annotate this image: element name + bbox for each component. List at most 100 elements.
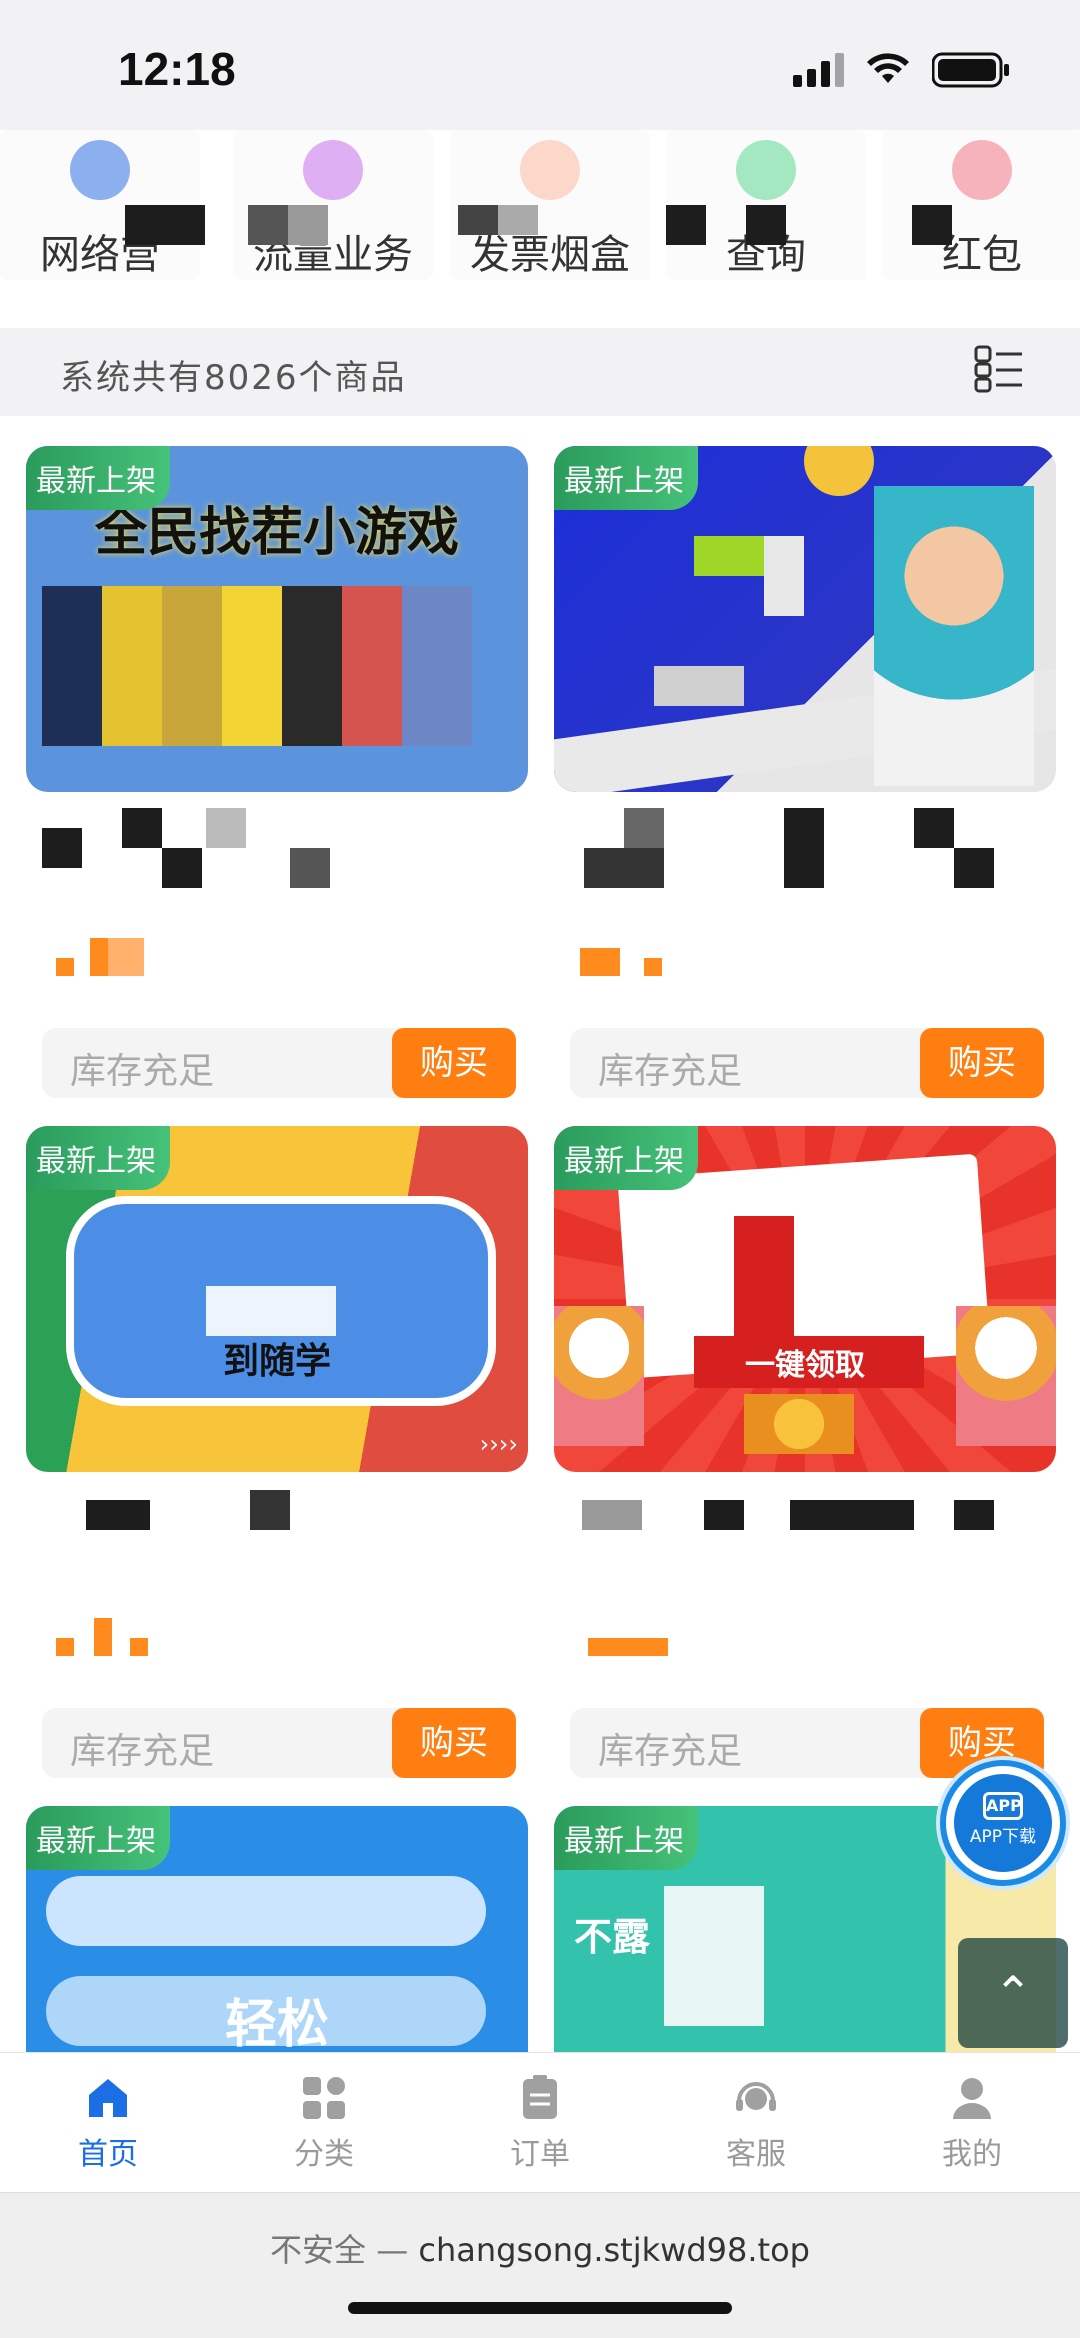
product-count-bar: 系统共有8026个商品 (0, 328, 1080, 416)
pixelated-block (90, 938, 108, 976)
buy-button[interactable]: 购买 (392, 1028, 516, 1098)
pixelated-block (790, 1500, 914, 1530)
product-card[interactable]: 最新上架 库存充足 购买 (554, 446, 1056, 1098)
clipboard-icon (523, 2075, 557, 2119)
pixelated-block (912, 205, 952, 245)
product-title (26, 1478, 528, 1608)
pixelated-block (86, 1500, 150, 1530)
pixelated-block (56, 958, 74, 976)
product-count-text: 系统共有8026个商品 (60, 358, 407, 398)
app-download-icon: APP (983, 1792, 1023, 1820)
pixelated-block (46, 1876, 486, 1946)
stock-status: 库存充足 (70, 1051, 215, 1092)
product-card[interactable]: 到随学 ›››› 最新上架 库存充足 购买 (26, 1126, 528, 1778)
pixelated-block (56, 1638, 74, 1656)
product-price (26, 1608, 528, 1668)
pixelated-block (746, 205, 786, 245)
tab-label: 订单 (510, 2137, 570, 2172)
grid-icon (303, 2077, 345, 2119)
tab-category[interactable]: 分类 (216, 2053, 432, 2192)
product-image[interactable]: 全民找茬小游戏 最新上架 (26, 446, 528, 792)
battery-icon (932, 52, 1009, 88)
back-to-top-button[interactable]: ⌃ (958, 1938, 1068, 2048)
pixelated-block (644, 958, 662, 976)
product-grid: 全民找茬小游戏 最新上架 库存充足 购买 最新上架 库存充足 购买 到随学 ››… (0, 416, 1080, 2052)
red-packet-icon (952, 140, 1012, 200)
quick-nav-item-2[interactable]: 流量业务 (233, 130, 433, 280)
product-image[interactable]: 最新上架 (554, 446, 1056, 792)
wifi-icon (867, 53, 909, 83)
status-time: 12:18 (118, 43, 236, 95)
quick-nav-item-5[interactable]: 红包 (882, 130, 1080, 280)
chevrons-icon: ›››› (479, 1430, 518, 1458)
tab-label: 首页 (78, 2137, 138, 2172)
new-arrival-badge: 最新上架 (26, 446, 170, 510)
pixelated-block (666, 205, 706, 245)
url-text: 不安全 — changsong.stjkwd98.top (0, 2225, 1080, 2271)
tab-label: 分类 (294, 2137, 354, 2172)
product-title (554, 798, 1056, 928)
quick-nav-item-3[interactable]: 发票烟盒 (450, 130, 650, 280)
browser-url-bar[interactable]: 不安全 — changsong.stjkwd98.top (0, 2192, 1080, 2338)
pixelated-block (784, 808, 824, 888)
pixelated-block (954, 848, 994, 888)
product-card[interactable]: 轻松 最新上架 (26, 1806, 528, 2052)
app-download-button[interactable]: APP APP下载 (940, 1760, 1066, 1886)
stock-status: 库存充足 (598, 1731, 743, 1772)
pixelated-block (734, 1216, 794, 1346)
pixelated-block (498, 205, 538, 235)
app-download-label: APP下载 (969, 1827, 1037, 1847)
insecure-label: 不安全 (270, 2231, 367, 2269)
quick-nav: 网络营 流量业务 发票烟盒 查询 红包 (0, 130, 1080, 328)
pixelated-block (588, 1638, 668, 1656)
quick-nav-item-1[interactable]: 网络营 (0, 130, 205, 280)
new-arrival-badge: 最新上架 (554, 446, 698, 510)
stock-row: 库存充足 购买 (570, 1028, 1044, 1098)
product-image-text: 轻松 (224, 1995, 329, 2052)
tab-orders[interactable]: 订单 (432, 2053, 648, 2192)
product-image[interactable]: 轻松 最新上架 (26, 1806, 528, 2052)
pixelated-block (162, 848, 202, 888)
illustration-figure (874, 486, 1034, 786)
pixelated-block (624, 808, 664, 848)
product-card[interactable]: 全民找茬小游戏 最新上架 库存充足 购买 (26, 446, 528, 1098)
tab-label: 客服 (726, 2137, 786, 2172)
product-price (554, 928, 1056, 988)
home-indicator[interactable] (348, 2302, 732, 2314)
product-card[interactable]: 一键领取 最新上架 库存充足 购买 (554, 1126, 1056, 1778)
money-icon (736, 140, 796, 200)
tab-service[interactable]: 客服 (648, 2053, 864, 2192)
product-image[interactable]: 到随学 ›››› 最新上架 (26, 1126, 528, 1472)
pixelated-block (458, 205, 498, 235)
pixelated-block (584, 848, 664, 888)
tab-home[interactable]: 首页 (0, 2053, 216, 2192)
pixelated-block (250, 1490, 290, 1530)
pixelated-block (206, 1286, 336, 1336)
stock-status: 库存充足 (70, 1731, 215, 1772)
stock-row: 库存充足 购买 (42, 1708, 516, 1778)
list-view-toggle-icon[interactable] (974, 344, 1024, 394)
pixelated-block (954, 1500, 994, 1530)
headset-icon (736, 2082, 776, 2111)
buy-button[interactable]: 购买 (392, 1708, 516, 1778)
pixelated-block (704, 1500, 744, 1530)
leaf-icon (520, 140, 580, 200)
new-arrival-badge: 最新上架 (554, 1126, 698, 1190)
status-icons (793, 52, 1010, 88)
product-image-text: 到随学 (222, 1341, 331, 1382)
url-separator: — (366, 2231, 419, 2269)
globe-user-icon (70, 140, 130, 200)
pixelated-block (125, 205, 205, 245)
product-image[interactable]: 一键领取 最新上架 (554, 1126, 1056, 1472)
decor-circle (804, 446, 874, 496)
app-download-badge: APP APP下载 (954, 1774, 1052, 1872)
product-price (26, 928, 528, 988)
quick-nav-item-4[interactable]: 查询 (666, 130, 866, 280)
pixelated-block (42, 828, 82, 868)
new-arrival-badge: 最新上架 (26, 1126, 170, 1190)
url-domain: changsong.stjkwd98.top (418, 2231, 810, 2269)
tab-profile[interactable]: 我的 (864, 2053, 1080, 2192)
new-arrival-badge: 最新上架 (26, 1806, 170, 1870)
buy-button[interactable]: 购买 (920, 1028, 1044, 1098)
bottom-tab-bar: 首页 分类 订单 客服 我的 (0, 2052, 1080, 2192)
